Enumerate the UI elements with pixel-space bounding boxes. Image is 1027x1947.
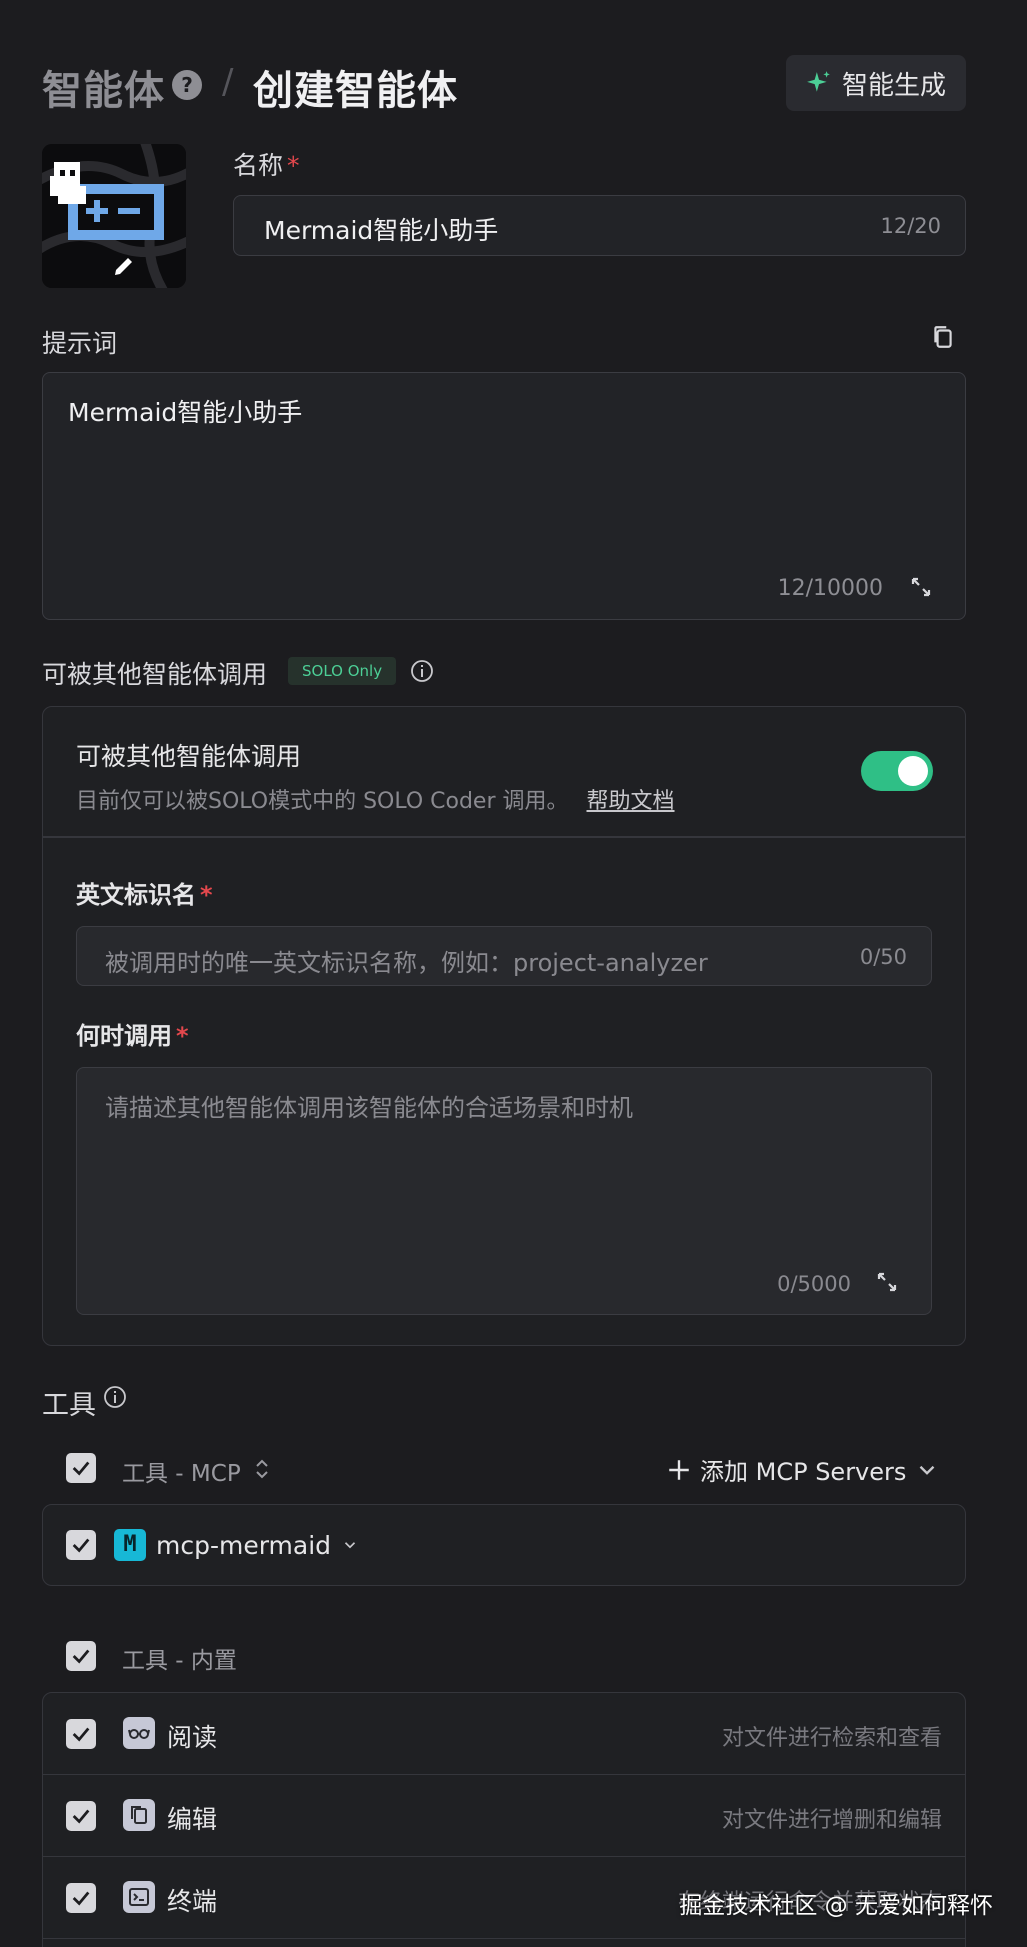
mcp-item-checkbox[interactable] xyxy=(66,1530,96,1560)
name-input[interactable]: Mermaid智能小助手 12/20 xyxy=(233,195,966,256)
check-icon xyxy=(72,1649,90,1664)
page-title: 创建智能体 xyxy=(253,68,458,114)
callable-card-title: 可被其他智能体调用 xyxy=(76,742,302,771)
callable-toggle[interactable] xyxy=(861,751,933,791)
callable-card: 可被其他智能体调用 目前仅可以被SOLO模式中的 SOLO Coder 调用。帮… xyxy=(42,706,966,1346)
glasses-icon xyxy=(123,1717,155,1749)
info-icon[interactable] xyxy=(103,1385,127,1409)
builtin-tool-edit: 编辑 对文件进行增删和编辑 xyxy=(43,1775,965,1857)
callable-description: 目前仅可以被SOLO模式中的 SOLO Coder 调用。 帮助文档 xyxy=(76,789,675,814)
check-icon xyxy=(72,1727,90,1742)
tool-description: 对文件进行检索和查看 xyxy=(721,1726,942,1751)
breadcrumb-separator: / xyxy=(222,62,234,102)
check-icon xyxy=(72,1538,90,1553)
english-id-input[interactable]: 被调用时的唯一英文标识名称，例如：project-analyzer 0/50 xyxy=(76,926,932,986)
builtin-select-all-checkbox[interactable] xyxy=(66,1641,96,1671)
mcp-list: M mcp-mermaid xyxy=(42,1504,966,1586)
when-to-call-placeholder: 请描述其他智能体调用该智能体的合适场景和时机 xyxy=(105,1094,633,1122)
check-icon xyxy=(72,1809,90,1824)
name-label: 名称 * xyxy=(233,151,300,180)
smart-generate-button[interactable]: 智能生成 xyxy=(786,55,966,111)
when-to-call-char-count: 0/5000 xyxy=(777,1272,851,1296)
agent-avatar[interactable] xyxy=(42,144,186,288)
tool-name: 终端 xyxy=(167,1887,218,1916)
terminal-icon xyxy=(123,1881,155,1913)
smart-generate-label: 智能生成 xyxy=(841,70,946,101)
tool-description: 对文件进行增删和编辑 xyxy=(721,1808,942,1833)
watermark: 掘金技术社区 @ 无爱如何释怀 xyxy=(679,1893,993,1919)
name-value: Mermaid智能小助手 xyxy=(264,216,499,245)
add-mcp-servers-button[interactable]: 添加 MCP Servers xyxy=(666,1452,940,1487)
mcp-header-label: 工具 - MCP xyxy=(122,1461,241,1487)
prompt-textarea[interactable]: Mermaid智能小助手 12/10000 xyxy=(42,372,966,620)
builtin-header-label: 工具 - 内置 xyxy=(122,1648,237,1674)
builtin-tool-read: 阅读 对文件进行检索和查看 xyxy=(43,1693,965,1775)
tool-checkbox[interactable] xyxy=(66,1883,96,1913)
chevron-down-icon xyxy=(920,1465,935,1475)
callable-section-label: 可被其他智能体调用 xyxy=(42,660,268,689)
solo-only-badge: SOLO Only xyxy=(288,657,397,685)
divider xyxy=(43,836,965,838)
english-id-placeholder: 被调用时的唯一英文标识名称，例如：project-analyzer xyxy=(105,949,708,977)
check-icon xyxy=(72,1461,90,1476)
check-icon xyxy=(72,1891,90,1906)
tool-name: 编辑 xyxy=(167,1805,218,1834)
help-doc-link[interactable]: 帮助文档 xyxy=(587,789,675,814)
files-icon xyxy=(123,1799,155,1831)
sparkle-icon xyxy=(807,71,830,92)
when-to-call-textarea[interactable]: 请描述其他智能体调用该智能体的合适场景和时机 0/5000 xyxy=(76,1067,932,1315)
mcp-server-icon: M xyxy=(114,1529,146,1561)
copy-icon[interactable] xyxy=(930,324,956,350)
edit-pencil-icon[interactable] xyxy=(112,254,136,278)
prompt-label: 提示词 xyxy=(42,329,118,358)
prompt-value: Mermaid智能小助手 xyxy=(68,398,303,427)
add-mcp-label: 添加 MCP Servers xyxy=(700,1458,907,1486)
tool-name: 阅读 xyxy=(167,1723,218,1752)
english-id-label: 英文标识名 * xyxy=(76,881,213,909)
tool-checkbox[interactable] xyxy=(66,1719,96,1749)
mcp-item-name[interactable]: mcp-mermaid xyxy=(156,1531,331,1560)
when-to-call-label: 何时调用 * xyxy=(76,1022,189,1050)
mcp-item: M mcp-mermaid xyxy=(66,1529,359,1561)
mcp-select-all-checkbox[interactable] xyxy=(66,1453,96,1483)
english-id-char-count: 0/50 xyxy=(859,945,907,969)
breadcrumb-root[interactable]: 智能体 xyxy=(42,58,165,116)
prompt-char-count: 12/10000 xyxy=(777,576,883,601)
name-char-count: 12/20 xyxy=(880,214,941,238)
expand-icon[interactable] xyxy=(909,575,933,599)
toggle-knob xyxy=(898,756,928,786)
tool-checkbox[interactable] xyxy=(66,1801,96,1831)
sort-icon[interactable] xyxy=(252,1456,272,1482)
chevron-down-icon[interactable] xyxy=(341,1536,359,1554)
info-icon[interactable] xyxy=(410,659,434,683)
tools-section-label: 工具 xyxy=(42,1390,96,1421)
expand-icon[interactable] xyxy=(875,1270,899,1294)
plus-icon xyxy=(669,1459,689,1480)
help-icon[interactable]: ? xyxy=(172,70,202,100)
